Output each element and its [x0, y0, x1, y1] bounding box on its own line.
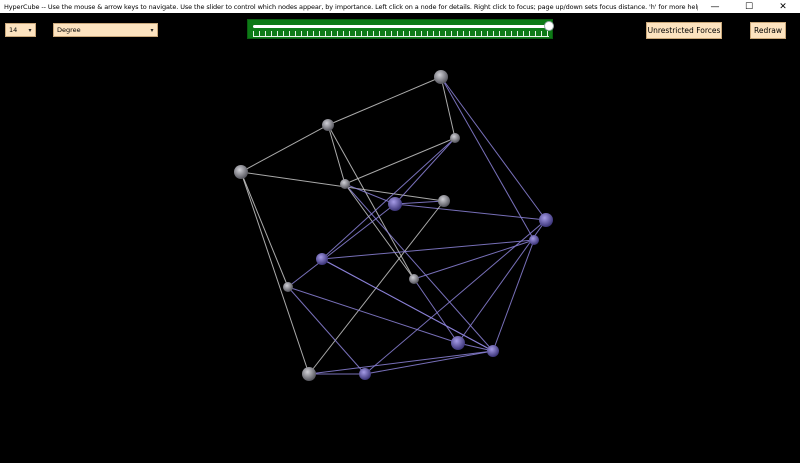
graph-edge: [321, 239, 535, 260]
graph-node[interactable]: [359, 368, 371, 380]
graph-node[interactable]: [302, 367, 316, 381]
graph-edge: [240, 124, 329, 173]
graph-edge: [287, 203, 396, 288]
graph-node[interactable]: [283, 282, 293, 292]
graph-canvas[interactable]: [0, 0, 800, 463]
graph-node[interactable]: [451, 336, 465, 350]
graph-edge: [240, 171, 289, 288]
graph-node[interactable]: [409, 274, 419, 284]
graph-edge: [344, 137, 456, 185]
graph-node[interactable]: [322, 119, 334, 131]
graph-edge: [364, 350, 494, 375]
graph-edge: [321, 137, 456, 260]
graph-node[interactable]: [434, 70, 448, 84]
graph-node[interactable]: [438, 195, 450, 207]
graph-edge: [440, 76, 535, 241]
graph-node[interactable]: [316, 253, 328, 265]
graph-edge: [308, 350, 494, 375]
graph-node[interactable]: [234, 165, 248, 179]
graph-node[interactable]: [388, 197, 402, 211]
graph-node[interactable]: [529, 235, 539, 245]
graph-edge: [413, 278, 459, 344]
graph-node[interactable]: [340, 179, 350, 189]
graph-edges: [240, 76, 547, 375]
graph-edge: [492, 239, 535, 352]
graph-edge: [287, 286, 459, 344]
graph-edge: [394, 137, 456, 205]
graph-node[interactable]: [450, 133, 460, 143]
graph-edge: [327, 76, 442, 126]
graph-node[interactable]: [539, 213, 553, 227]
graph-edge: [240, 171, 310, 375]
graph-edge: [394, 203, 547, 221]
graph-edge: [327, 124, 346, 185]
graph-nodes: [234, 70, 553, 381]
graph-edge: [440, 76, 547, 221]
graph-node[interactable]: [487, 345, 499, 357]
graph-edge: [394, 200, 445, 205]
